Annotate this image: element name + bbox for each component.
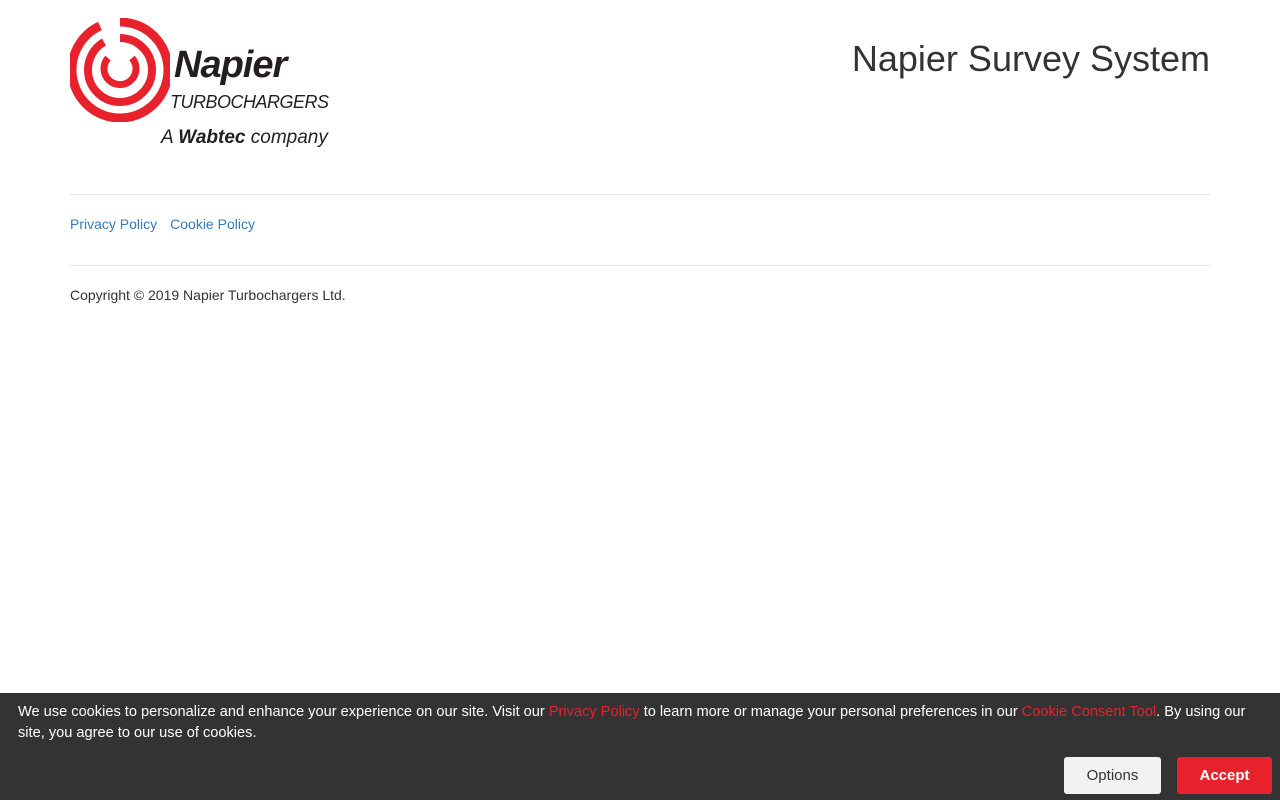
napier-swirl-logo-icon <box>70 18 170 122</box>
footer-links: Privacy Policy Cookie Policy <box>70 215 268 233</box>
logo-subtitle: TURBOCHARGERS <box>170 92 329 112</box>
logo-tagline-suffix: company <box>250 127 328 148</box>
footer-divider-top <box>70 194 1210 195</box>
logo-tagline: A Wabtec company <box>161 128 328 147</box>
page-title: Napier Survey System <box>851 38 1210 79</box>
cookie-banner-privacy-link[interactable]: Privacy Policy <box>549 704 640 720</box>
cookie-policy-link[interactable]: Cookie Policy <box>170 216 255 232</box>
cookie-banner-message: We use cookies to personalize and enhanc… <box>18 702 1268 744</box>
cookie-accept-button[interactable]: Accept <box>1177 757 1272 794</box>
site-header: Napier TURBOCHARGERS A Wabtec company Na… <box>70 18 1210 158</box>
footer-divider-bottom <box>70 265 1210 266</box>
cookie-consent-banner: We use cookies to personalize and enhanc… <box>0 693 1280 800</box>
napier-logo[interactable]: Napier TURBOCHARGERS A Wabtec company <box>70 18 360 153</box>
logo-wordmark: Napier <box>174 44 287 86</box>
cookie-text-part-1: We use cookies to personalize and enhanc… <box>18 704 549 720</box>
logo-tagline-brand: Wabtec <box>178 127 246 148</box>
cookie-consent-tool-link[interactable]: Cookie Consent Tool <box>1022 704 1156 720</box>
logo-tagline-prefix: A <box>161 127 173 148</box>
cookie-text-part-2: to learn more or manage your personal pr… <box>639 704 1022 720</box>
cookie-options-button[interactable]: Options <box>1064 757 1161 794</box>
privacy-policy-link[interactable]: Privacy Policy <box>70 216 157 232</box>
copyright-text: Copyright © 2019 Napier Turbochargers Lt… <box>70 287 346 303</box>
page: Napier TURBOCHARGERS A Wabtec company Na… <box>0 0 1280 800</box>
